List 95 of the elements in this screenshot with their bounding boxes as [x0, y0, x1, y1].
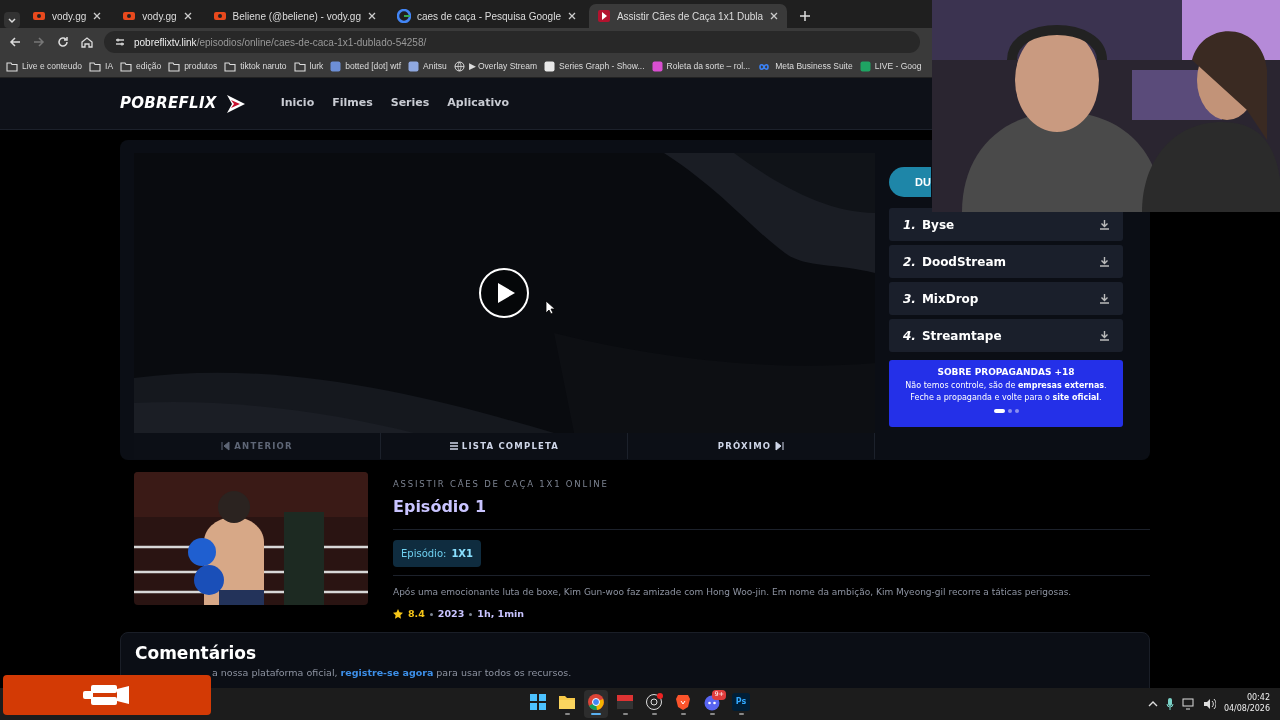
browser-tab[interactable]: Beliene (@beliene) - vody.gg	[204, 4, 385, 28]
notice-text: Não temos controle, são de empresas externas. Feche a propaganda e volte para o site oficial.	[904, 379, 1108, 404]
episode-title: Episódio 1	[393, 494, 1150, 530]
bookmark[interactable]: edição	[120, 60, 162, 73]
bookmark[interactable]: Roleta da sorte – rol...	[651, 60, 751, 73]
duration: 1h, 1min	[477, 607, 525, 622]
episode-nav-button[interactable]: LISTA COMPLETA	[381, 433, 628, 459]
forward-icon[interactable]	[32, 35, 46, 49]
folder-icon	[120, 61, 133, 72]
play-button[interactable]	[478, 267, 530, 319]
skip-back-icon	[221, 441, 231, 451]
bookmark[interactable]: LIVE - Goog	[859, 60, 922, 73]
audio-button[interactable]: DU	[889, 167, 931, 197]
carousel-dot[interactable]	[1014, 409, 1019, 414]
browser-icon	[587, 693, 605, 711]
carousel-dot[interactable]	[1007, 409, 1012, 414]
bookmark[interactable]: Series Graph - Show...	[544, 60, 645, 73]
browser-tab[interactable]: Assistir Cães de Caça 1x1 Dubla	[588, 4, 788, 28]
bookmark[interactable]: IA	[89, 60, 114, 73]
bookmark[interactable]: produtos	[168, 60, 218, 73]
site-logo[interactable]: POBREFLIX	[120, 92, 217, 115]
camera-icon	[212, 9, 227, 23]
windows-icon	[529, 693, 547, 711]
close-icon[interactable]	[566, 11, 577, 21]
chevron-up-icon[interactable]	[1147, 699, 1158, 709]
taskbar-app[interactable]: Ps	[729, 690, 753, 718]
server-button[interactable]: 1. Byse	[889, 208, 1123, 241]
bookmark[interactable]: tiktok naruto	[224, 60, 287, 73]
network-icon[interactable]	[1181, 698, 1195, 710]
nav-link[interactable]: Inicio	[280, 95, 315, 112]
record-icon	[645, 693, 663, 711]
register-link[interactable]: registre-se agora	[340, 666, 434, 678]
nav-link[interactable]: Filmes	[332, 95, 373, 112]
bookmark[interactable]: ▶ Overlay Stream	[453, 60, 538, 73]
folder-icon	[224, 61, 237, 72]
back-icon[interactable]	[8, 35, 22, 49]
folder-icon	[293, 61, 306, 72]
clock[interactable]: 00:42 04/08/2026	[1223, 693, 1270, 715]
server-button[interactable]: 3. MixDrop	[889, 282, 1123, 315]
browser-tab[interactable]: vody.gg	[24, 4, 111, 28]
download-icon	[1100, 256, 1109, 267]
bookmark[interactable]: Live e conteudo	[6, 60, 83, 73]
rating: 8.4	[408, 607, 425, 622]
nav-link[interactable]: Aplicativo	[447, 95, 509, 112]
microphone-icon[interactable]	[1165, 698, 1174, 710]
bookmark[interactable]: Meta Business Suite	[757, 60, 853, 73]
google-icon	[396, 9, 411, 23]
camera-icon	[32, 9, 46, 23]
close-icon[interactable]	[182, 11, 193, 21]
camera-icon	[122, 9, 137, 23]
play-logo-icon	[596, 9, 611, 23]
comments-title: Comentários	[135, 642, 258, 663]
comments-notice: a nossa plataforma oficial, registre-se agora para usar todos os recursos.	[211, 666, 573, 679]
bookmark[interactable]: botted [dot] wtf	[330, 60, 401, 73]
close-icon[interactable]	[92, 11, 103, 21]
volume-icon[interactable]	[1202, 698, 1216, 710]
skip-forward-icon	[775, 441, 785, 451]
cursor-icon	[545, 300, 555, 315]
notice-title: SOBRE PROPAGANDAS +18	[936, 366, 1076, 379]
download-icon	[1100, 293, 1109, 304]
play-logo-icon	[224, 93, 247, 114]
release-year: 2023	[437, 607, 465, 622]
folder-icon	[89, 61, 102, 72]
episode-subtitle: ASSISTIR CÃES DE CAÇA 1X1 ONLINE	[393, 478, 610, 491]
reload-icon[interactable]	[56, 35, 70, 49]
folder-icon	[558, 693, 576, 711]
infinity-icon	[757, 61, 772, 72]
server-button[interactable]: 4. Streamtape	[889, 319, 1123, 352]
star-icon	[393, 609, 403, 620]
site-info-icon[interactable]	[114, 36, 126, 48]
address-bar[interactable]: pobreflixtv.link/episodios/online/caes-de-caca-1x1-dublado-54258/	[104, 31, 920, 53]
browser-tab[interactable]: caes de caça - Pesquisa Google	[388, 4, 585, 28]
episode-description: Após uma emocionante luta de boxe, Kim Gun-woo faz amizade com Hong Woo-jin. Em nome da ambição, Kim Myeong-gil recorre a táticas perigosas.	[393, 574, 1150, 600]
list-icon	[448, 441, 458, 451]
folder-icon	[6, 61, 18, 72]
download-icon	[1100, 330, 1109, 341]
episode-nav-button[interactable]: PRÓXIMO	[628, 433, 875, 459]
close-icon[interactable]	[366, 11, 377, 21]
new-tab-icon[interactable]	[799, 10, 812, 22]
camera-icon	[83, 683, 131, 707]
globe-icon	[453, 61, 465, 72]
bookmark[interactable]: lurk	[293, 60, 324, 73]
browser-tab[interactable]: vody.gg	[114, 4, 201, 28]
home-icon[interactable]	[80, 35, 94, 49]
folder-icon	[168, 61, 181, 72]
tab-list-icon[interactable]	[4, 12, 20, 28]
nav-link[interactable]: Series	[390, 95, 430, 112]
download-icon	[1100, 219, 1109, 230]
episode-badge: Episódio: 1X1	[393, 539, 482, 567]
close-icon[interactable]	[769, 11, 780, 21]
taskbar-app[interactable]	[584, 690, 608, 718]
server-button[interactable]: 2. DoodStream	[889, 245, 1123, 278]
mixer-icon	[616, 693, 634, 711]
url-text: pobreflixtv.link/episodios/online/caes-de-caca-1x1-dublado-54258/	[134, 35, 427, 50]
bookmark[interactable]: Anitsu	[408, 60, 447, 73]
